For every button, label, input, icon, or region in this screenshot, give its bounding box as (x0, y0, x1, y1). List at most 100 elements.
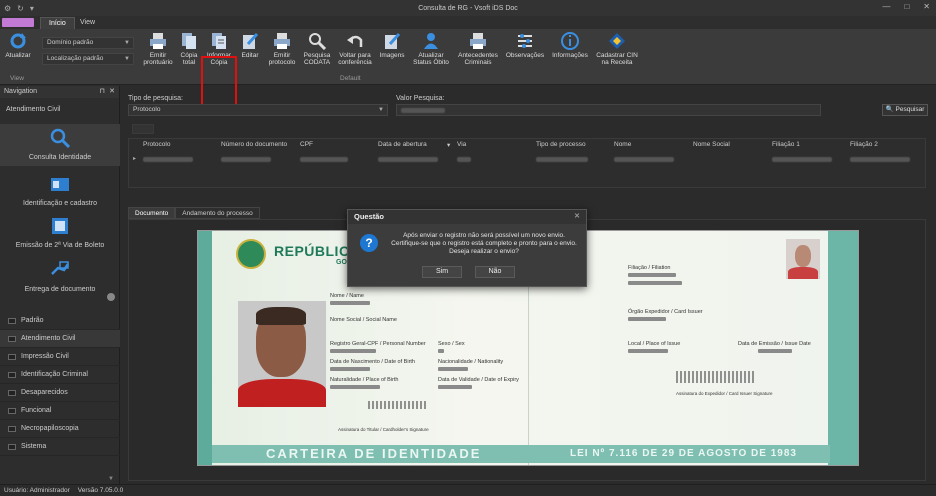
expand-icon[interactable] (107, 293, 115, 301)
col-numero-documento[interactable]: Número do documento (221, 141, 287, 148)
nav-emissao-boleto[interactable]: Emissão de 2ª Via de Boleto (0, 216, 120, 252)
nav-item-identificacao-criminal[interactable]: Identificação Criminal (0, 366, 120, 384)
field-nacionalidade: Nacionalidade / Nationality (438, 359, 504, 365)
tipo-pesquisa-label: Tipo de pesquisa: (128, 95, 183, 102)
btn-label: Antecedentes (458, 52, 498, 59)
status-bar: Usuário: Administrador Versão 7.05.0.0 (0, 484, 936, 495)
redacted-value (628, 317, 666, 321)
redacted-value (401, 108, 445, 113)
nav-item-funcional[interactable]: Funcional (0, 402, 120, 420)
printer-icon (273, 32, 291, 50)
close-icon[interactable]: ✕ (109, 86, 115, 98)
pesquisar-button[interactable]: 🔍 Pesquisar (882, 104, 928, 116)
nav-label: Entrega de documento (24, 286, 96, 293)
tab-view[interactable]: View (72, 17, 103, 29)
atualizar-status-obito-button[interactable]: Atualizar Status Óbito (410, 32, 452, 66)
chevron-down-icon[interactable]: ▼ (108, 476, 114, 482)
sort-down-icon: ▾ (447, 142, 451, 149)
nav-item-atendimento-civil[interactable]: Atendimento Civil (0, 330, 120, 348)
col-data-abertura[interactable]: Data de abertura (378, 141, 427, 148)
copia-total-button[interactable]: Cópia total (177, 32, 201, 66)
col-tipo-processo[interactable]: Tipo de processo (536, 141, 586, 148)
redacted-value (438, 385, 472, 389)
nav-item-desaparecidos[interactable]: Desaparecidos (0, 384, 120, 402)
col-filiacao-1[interactable]: Filiação 1 (772, 141, 800, 148)
grid-header: Protocolo Número do documento CPF Data d… (129, 141, 927, 151)
nav-item-impressao-civil[interactable]: Impressão Civil (0, 348, 120, 366)
receita-logo-icon (608, 32, 626, 50)
ribbon: Atualizar Domínio padrão ▼ Localização pa… (0, 29, 936, 110)
maximize-icon[interactable]: □ (904, 2, 909, 11)
col-nome-social[interactable]: Nome Social (693, 141, 730, 148)
group-label-view: View (10, 75, 24, 82)
redacted-value (628, 281, 682, 285)
refresh-icon[interactable]: ↻ (17, 4, 24, 13)
nav-label: Emissão de 2ª Via de Boleto (15, 242, 105, 249)
nav-consulta-identidade[interactable]: Consulta Identidade (0, 124, 120, 166)
tab-andamento-processo[interactable]: Andamento do processo (175, 207, 260, 219)
cadastrar-cin-button[interactable]: Cadastrar CIN na Receita (594, 32, 640, 66)
imagens-button[interactable]: Imagens (378, 32, 406, 59)
field-assinatura: Assinatura do Titular / Cardholder's Sig… (338, 427, 429, 432)
sim-button[interactable]: Sim (422, 266, 462, 278)
nav-item-padrao[interactable]: Padrão (0, 312, 120, 330)
col-nome[interactable]: Nome (614, 141, 631, 148)
copy-icon (180, 32, 198, 50)
col-via[interactable]: Via (457, 141, 466, 148)
nav-item-label: Sistema (21, 442, 47, 450)
informacoes-button[interactable]: Informações (550, 32, 590, 59)
photo-face (795, 245, 811, 267)
tipo-pesquisa-select[interactable]: Protocolo ▼ (128, 104, 388, 116)
nav-item-label: Impressão Civil (21, 352, 69, 360)
nav-item-label: Necropapiloscopia (21, 424, 79, 432)
dialog-line: Certifique-se que o registro está comple… (391, 240, 577, 247)
folder-icon (8, 407, 16, 414)
table-row[interactable]: ▸ (129, 155, 927, 164)
pin-icon[interactable]: ⊓ (100, 86, 105, 98)
field-nome: Nome / Name (330, 293, 364, 299)
nav-label: Identificação e cadastro (23, 200, 97, 207)
issuer-signature (676, 371, 756, 383)
nao-button[interactable]: Não (475, 266, 515, 278)
voltar-conferencia-button[interactable]: Voltar para conferência (336, 32, 374, 66)
col-cpf[interactable]: CPF (300, 141, 313, 148)
field-validade: Data de Validade / Date of Expiry (438, 377, 519, 383)
valor-pesquisa-input[interactable] (396, 104, 821, 116)
folder-icon (8, 371, 16, 378)
col-protocolo[interactable]: Protocolo (143, 141, 170, 148)
close-icon[interactable]: ✕ (574, 210, 580, 224)
handover-icon (50, 260, 70, 280)
minimize-icon[interactable]: — (882, 2, 890, 11)
pesquisa-codata-button[interactable]: Pesquisa CODATA (302, 32, 332, 66)
localizacao-combo[interactable]: Localização padrão ▼ (42, 53, 134, 65)
nav-identificacao-cadastro[interactable]: Identificação e cadastro (0, 174, 120, 210)
antecedentes-criminais-button[interactable]: Antecedentes Criminais (456, 32, 500, 66)
localizacao-value: Localização padrão (47, 55, 104, 62)
observacoes-button[interactable]: Observações (504, 32, 546, 59)
emitir-prontuario-button[interactable]: Emitir prontuário (140, 32, 176, 66)
dropdown-icon[interactable]: ▾ (30, 4, 34, 13)
document-copy-icon (210, 32, 228, 50)
nav-item-sistema[interactable]: Sistema (0, 438, 120, 456)
emitir-protocolo-button[interactable]: Emitir protocolo (266, 32, 298, 66)
close-icon[interactable]: ✕ (923, 2, 930, 11)
nav-item-necropapiloscopia[interactable]: Necropapiloscopia (0, 420, 120, 438)
quick-access: ⚙ ↻ ▾ (0, 4, 34, 13)
btn-label: Editar (241, 52, 259, 59)
redacted-value (758, 349, 792, 353)
btn-label: Observações (505, 52, 545, 59)
dominio-combo[interactable]: Domínio padrão ▼ (42, 37, 134, 49)
field-local: Local / Place of Issue (628, 341, 681, 347)
app-icon[interactable]: ⚙ (4, 4, 11, 13)
col-filiacao-2[interactable]: Filiação 2 (850, 141, 878, 148)
btn-label: Pesquisa (303, 52, 331, 59)
editar-button[interactable]: Editar (238, 32, 262, 59)
ribbon-tabs: Início View (0, 16, 936, 29)
tab-inicio[interactable]: Início (40, 17, 75, 29)
btn-label: protocolo (268, 59, 296, 66)
nav-entrega-documento[interactable]: Entrega de documento (0, 260, 120, 296)
holder-photo (238, 301, 326, 407)
file-menu-button[interactable] (2, 18, 34, 27)
tab-documento[interactable]: Documento (128, 207, 176, 219)
atualizar-button[interactable]: Atualizar (4, 32, 32, 59)
